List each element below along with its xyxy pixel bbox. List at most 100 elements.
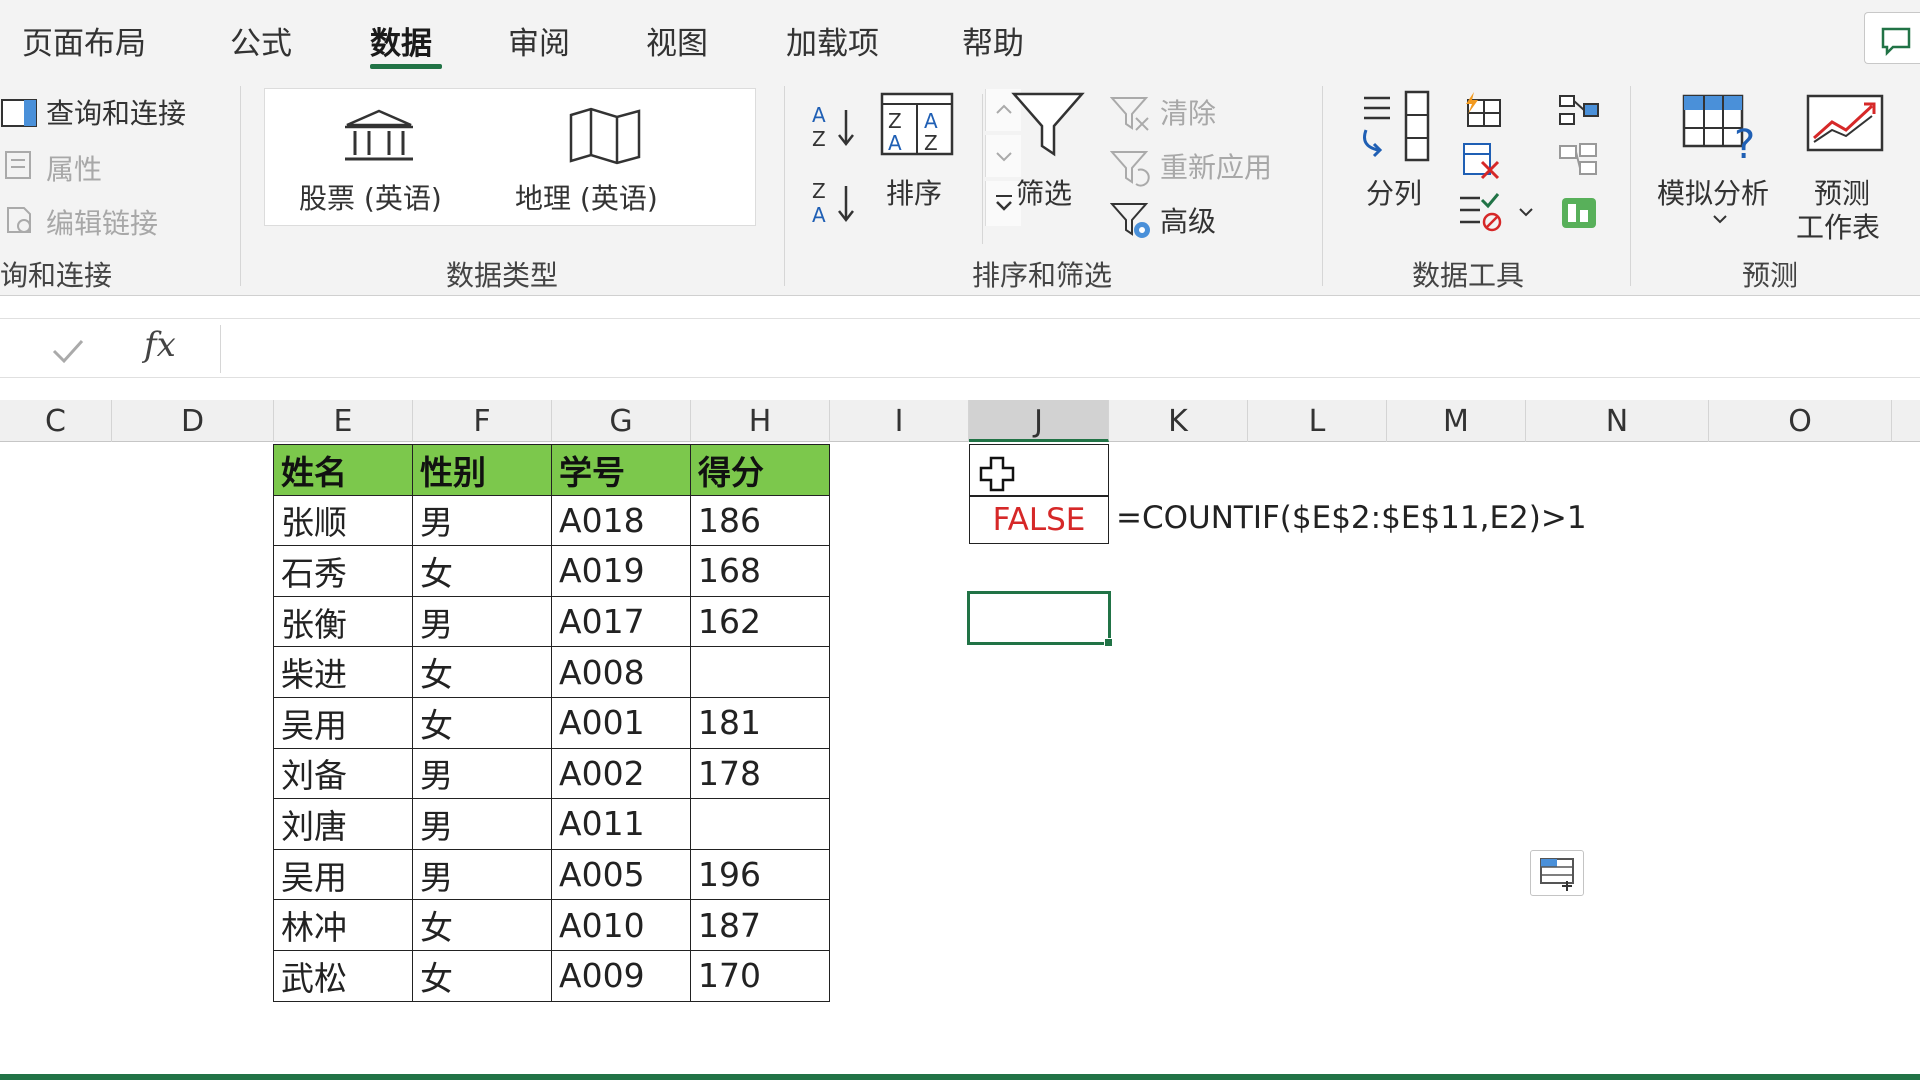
cell[interactable] (690, 798, 830, 850)
cell[interactable]: 女 (412, 696, 552, 749)
header-cell[interactable]: 性别 (412, 444, 552, 496)
forecast-sheet-button[interactable]: 预测 工作表 (1796, 88, 1896, 244)
cell[interactable]: 187 (690, 899, 830, 951)
properties-button[interactable]: 属性 (46, 148, 102, 188)
header-cell[interactable]: 得分 (690, 444, 830, 496)
cell[interactable]: A011 (551, 798, 691, 850)
insert-function-button[interactable]: fx (144, 325, 176, 365)
tab-review[interactable]: 审阅 (508, 18, 570, 63)
formula-input[interactable] (220, 325, 1920, 373)
relationships-icon[interactable] (1556, 140, 1602, 184)
cell[interactable]: A019 (551, 545, 691, 597)
column-header-g[interactable]: G (552, 400, 691, 442)
cell[interactable]: A002 (551, 747, 691, 800)
sort-ascending-icon[interactable]: A Z (810, 102, 860, 152)
tab-data[interactable]: 数据 (370, 18, 432, 63)
cell[interactable]: 女 (412, 545, 552, 597)
header-cell[interactable]: 学号 (551, 444, 691, 496)
column-header-d[interactable]: D (112, 400, 274, 442)
cell[interactable]: 石秀 (273, 545, 413, 597)
column-header-e[interactable]: E (274, 400, 413, 442)
geography-button[interactable]: 地理 (英语) (505, 99, 705, 217)
reapply-button[interactable]: 重新应用 (1160, 146, 1272, 186)
cell[interactable]: 吴用 (273, 696, 413, 749)
cell[interactable]: 196 (690, 848, 830, 901)
cell[interactable]: 男 (412, 798, 552, 850)
cell[interactable]: A001 (551, 696, 691, 749)
cell[interactable]: 男 (412, 848, 552, 901)
cell[interactable]: 170 (690, 949, 830, 1002)
tab-add-ins[interactable]: 加载项 (786, 18, 879, 63)
header-cell[interactable]: 姓名 (273, 444, 413, 496)
cell[interactable]: A018 (551, 494, 691, 547)
column-header-n[interactable]: N (1526, 400, 1709, 442)
filter-button[interactable]: 筛选 (1004, 88, 1094, 210)
comments-button[interactable] (1864, 12, 1920, 64)
cell[interactable]: 男 (412, 747, 552, 800)
data-validation-icon[interactable] (1456, 190, 1506, 234)
cell[interactable]: 162 (690, 595, 830, 648)
sort-button[interactable]: Z A A Z 排序 (876, 88, 958, 210)
remove-duplicates-icon[interactable] (1460, 140, 1504, 184)
cell[interactable]: 柴进 (273, 646, 413, 698)
cell[interactable]: 女 (412, 646, 552, 698)
tab-help[interactable]: 帮助 (962, 18, 1024, 63)
cell[interactable]: 张衡 (273, 595, 413, 648)
cell[interactable]: 181 (690, 696, 830, 749)
cell[interactable]: A009 (551, 949, 691, 1002)
cell[interactable]: A017 (551, 595, 691, 648)
enter-check-icon[interactable] (48, 333, 88, 367)
cell[interactable]: 男 (412, 595, 552, 648)
flash-fill-icon[interactable] (1460, 90, 1504, 130)
cell[interactable]: 张顺 (273, 494, 413, 547)
tab-view[interactable]: 视图 (646, 18, 708, 63)
consolidate-icon[interactable] (1556, 90, 1602, 130)
ribbon-tab-bar: 页面布局 公式 数据 审阅 视图 加载项 帮助 (0, 0, 1920, 78)
column-header-o[interactable]: O (1709, 400, 1892, 442)
quick-analysis-button[interactable] (1530, 850, 1584, 896)
fill-handle[interactable] (1104, 638, 1113, 647)
column-header-c[interactable]: C (0, 400, 112, 442)
chevron-down-icon[interactable] (1516, 202, 1536, 222)
column-header-h[interactable]: H (691, 400, 830, 442)
cell[interactable]: 168 (690, 545, 830, 597)
column-header-l[interactable]: L (1248, 400, 1387, 442)
cell[interactable]: A005 (551, 848, 691, 901)
cell[interactable]: A010 (551, 899, 691, 951)
column-header-k[interactable]: K (1109, 400, 1248, 442)
cell[interactable]: 186 (690, 494, 830, 547)
cell[interactable]: 吴用 (273, 848, 413, 901)
cell[interactable]: 女 (412, 949, 552, 1002)
cell[interactable]: 女 (412, 899, 552, 951)
what-if-analysis-button[interactable]: ? 模拟分析 (1652, 88, 1784, 238)
cell[interactable]: 刘备 (273, 747, 413, 800)
clear-button[interactable]: 清除 (1160, 92, 1216, 132)
tab-page-layout[interactable]: 页面布局 (22, 18, 146, 63)
cell[interactable]: 男 (412, 494, 552, 547)
active-cell-selection[interactable] (967, 591, 1111, 645)
group-label-forecast: 预测 (1742, 259, 1799, 292)
sort-descending-icon[interactable]: Z A (810, 178, 860, 228)
data-model-icon[interactable] (1556, 192, 1602, 234)
comment-icon (1881, 27, 1911, 57)
cell[interactable]: 刘唐 (273, 798, 413, 850)
tab-formulas[interactable]: 公式 (230, 18, 292, 63)
stocks-button[interactable]: 股票 (英语) (285, 99, 465, 217)
cell[interactable]: A008 (551, 646, 691, 698)
cell-j3-result[interactable]: FALSE (969, 496, 1109, 544)
queries-connections-button[interactable]: 查询和连接 (46, 92, 186, 132)
cell[interactable] (690, 646, 830, 698)
cell[interactable]: 林冲 (273, 899, 413, 951)
column-header-i[interactable]: I (830, 400, 969, 442)
column-header-f[interactable]: F (413, 400, 552, 442)
data-table: 姓名 性别 学号 得分 张顺男 A018 186 石秀女 A019 168 张衡男 A01… (273, 444, 830, 1002)
cell[interactable]: 武松 (273, 949, 413, 1002)
cell-j2[interactable] (969, 444, 1109, 496)
edit-links-button[interactable]: 编辑链接 (46, 202, 158, 242)
bottom-accent-bar (0, 1074, 1920, 1080)
column-header-j[interactable]: J (969, 400, 1109, 442)
advanced-button[interactable]: 高级 (1160, 200, 1216, 240)
cell[interactable]: 178 (690, 747, 830, 800)
text-to-columns-button[interactable]: 分列 (1352, 88, 1442, 218)
column-header-m[interactable]: M (1387, 400, 1526, 442)
